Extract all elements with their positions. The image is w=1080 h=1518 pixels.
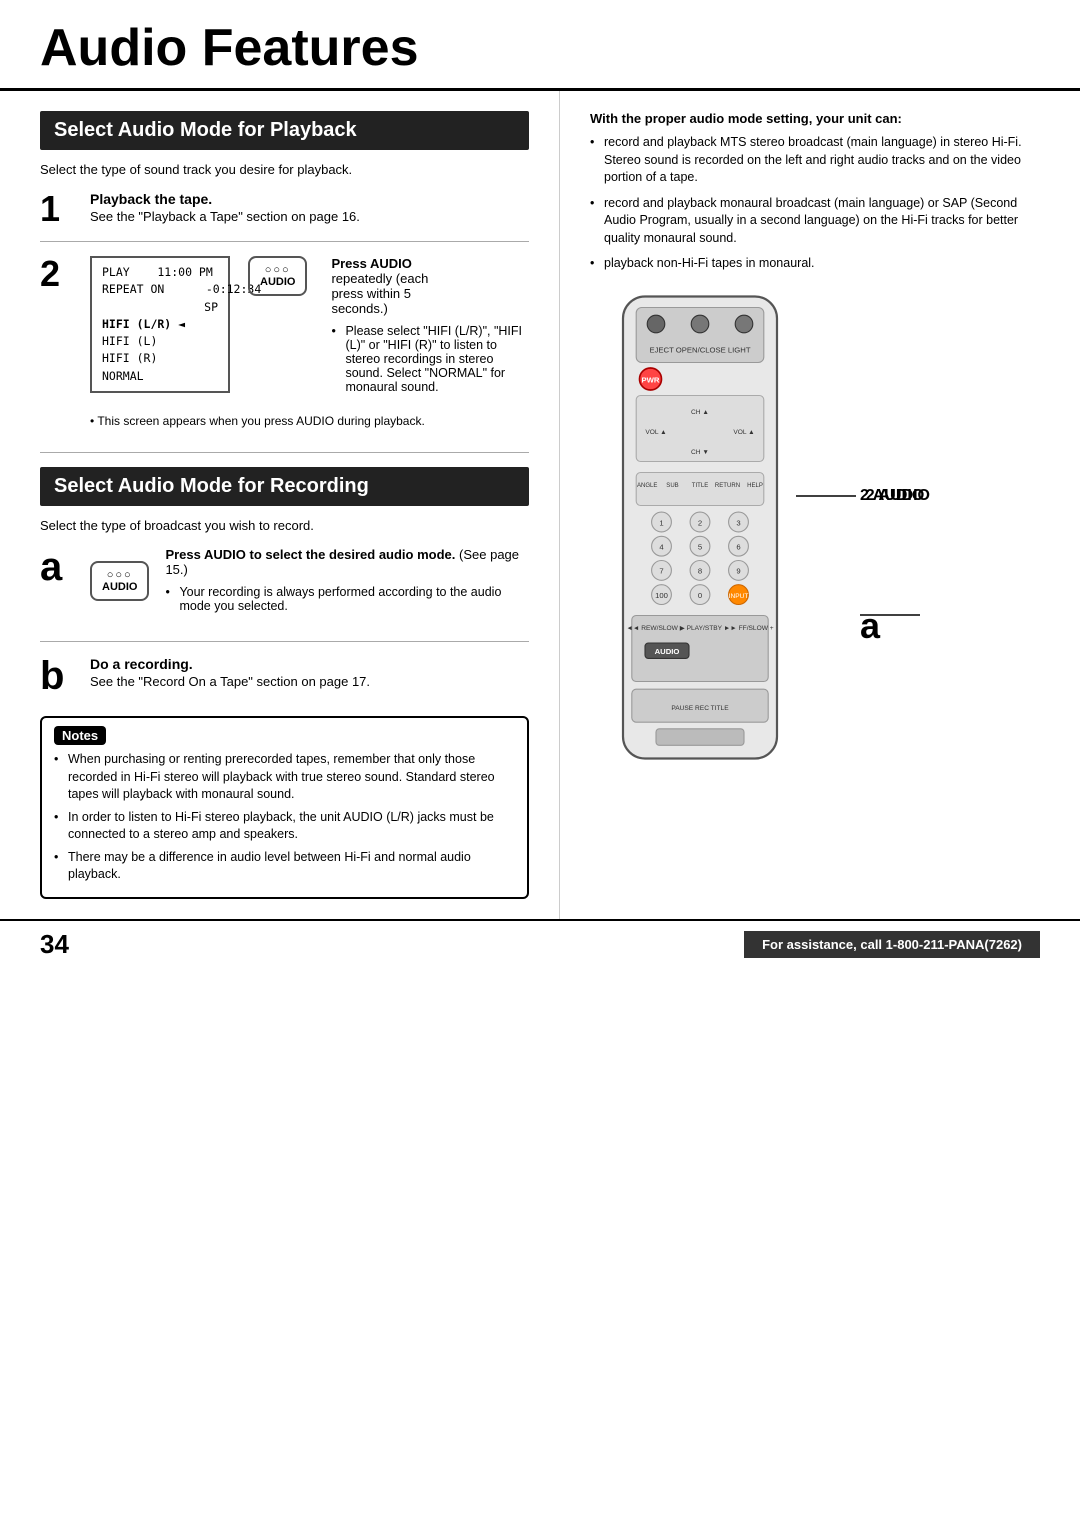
svg-text:4: 4: [659, 542, 664, 551]
svg-text:RETURN: RETURN: [715, 482, 740, 488]
audio-2-label: 2 AUDIO: [860, 487, 924, 505]
step-2-bullet-1: Please select "HIFI (L/R)", "HIFI (L)" o…: [331, 324, 529, 394]
step-a-bullets: Your recording is always performed accor…: [165, 585, 529, 613]
footer-assistance: For assistance, call 1-800-211-PANA(7262…: [744, 931, 1040, 958]
notes-item-1: When purchasing or renting prerecorded t…: [54, 751, 515, 804]
notes-box: Notes When purchasing or renting prereco…: [40, 716, 529, 899]
audio-button-playback[interactable]: ○○○ AUDIO: [248, 256, 307, 298]
svg-text:0: 0: [698, 590, 702, 599]
right-column-title: With the proper audio mode setting, your…: [590, 111, 1050, 126]
svg-text:VOL ▲: VOL ▲: [733, 429, 754, 436]
remote-wrapper: EJECT OPEN/CLOSE LIGHT PWR CH ▲ VOL ▲ VO…: [590, 291, 850, 778]
svg-text:5: 5: [698, 542, 702, 551]
step-2-bullets: Please select "HIFI (L/R)", "HIFI (L)" o…: [331, 324, 529, 394]
svg-text:8: 8: [698, 566, 702, 575]
section-recording-header: Select Audio Mode for Recording: [40, 467, 529, 506]
audio-btn-label-recording: AUDIO: [102, 581, 137, 593]
svg-text:SUB: SUB: [666, 482, 678, 488]
audio-button-recording[interactable]: ○○○ AUDIO: [90, 561, 149, 603]
svg-text:VOL ▲: VOL ▲: [645, 429, 666, 436]
step-2-screen-note: • This screen appears when you press AUD…: [90, 414, 529, 428]
step-2-row: 2 PLAY 11:00 PM REPEAT ON -0:12:34 SP HI…: [40, 256, 529, 438]
step-b-row: b Do a recording. See the "Record On a T…: [40, 656, 529, 696]
right-bullet-1: record and playback MTS stereo broadcast…: [590, 134, 1050, 187]
audio-arrow-2: [796, 488, 866, 504]
audio-btn-dots-recording: ○○○: [102, 569, 137, 581]
notes-title: Notes: [54, 726, 106, 745]
step-a-audio-row: ○○○ AUDIO Press AUDIO to select the desi…: [90, 547, 529, 617]
footer: 34 For assistance, call 1-800-211-PANA(7…: [0, 919, 1080, 968]
step-b-letter: b: [40, 656, 80, 696]
step-a-letter: a: [40, 547, 80, 587]
section-playback-intro: Select the type of sound track you desir…: [40, 162, 529, 177]
svg-text:AUDIO: AUDIO: [655, 647, 680, 656]
svg-text:INPUT: INPUT: [729, 592, 749, 599]
step-1-desc: See the "Playback a Tape" section on pag…: [90, 209, 529, 224]
audio-btn-label-playback: AUDIO: [260, 276, 295, 288]
svg-text:9: 9: [736, 566, 740, 575]
audio-btn-dots-playback: ○○○: [260, 264, 295, 276]
svg-text:EJECT OPEN/CLOSE LIGHT: EJECT OPEN/CLOSE LIGHT: [649, 345, 750, 354]
notes-item-2: In order to listen to Hi-Fi stereo playb…: [54, 809, 515, 844]
section-playback-header: Select Audio Mode for Playback: [40, 111, 529, 150]
step-a-bullet-1: Your recording is always performed accor…: [165, 585, 529, 613]
svg-text:3: 3: [736, 518, 740, 527]
svg-text:CH ▼: CH ▼: [691, 448, 709, 455]
svg-text:7: 7: [659, 566, 663, 575]
notes-list: When purchasing or renting prerecorded t…: [54, 751, 515, 884]
svg-text:◄◄ REW/SLOW ▶ PLAY/STBY ►► FF/: ◄◄ REW/SLOW ▶ PLAY/STBY ►► FF/SLOW +: [626, 624, 773, 631]
svg-text:ANGLE: ANGLE: [637, 482, 658, 488]
svg-text:PAUSE REC TITLE: PAUSE REC TITLE: [671, 705, 729, 712]
step-1-title: Playback the tape.: [90, 191, 529, 207]
section-recording-intro: Select the type of broadcast you wish to…: [40, 518, 529, 533]
audio-a-label: a: [860, 605, 924, 647]
svg-text:100: 100: [655, 590, 668, 599]
remote-container: EJECT OPEN/CLOSE LIGHT PWR CH ▲ VOL ▲ VO…: [590, 291, 1050, 778]
step-a-row: a ○○○ AUDIO Press AUDIO to select the de…: [40, 547, 529, 627]
svg-text:6: 6: [736, 542, 740, 551]
step-1-number: 1: [40, 191, 80, 227]
svg-text:TITLE: TITLE: [692, 482, 708, 488]
step-1-row: 1 Playback the tape. See the "Playback a…: [40, 191, 529, 227]
svg-text:PWR: PWR: [642, 375, 660, 384]
notes-item-3: There may be a difference in audio level…: [54, 849, 515, 884]
step-2-display-row: PLAY 11:00 PM REPEAT ON -0:12:34 SP HIFI…: [90, 256, 529, 398]
svg-text:1: 1: [659, 518, 663, 527]
remote-svg: EJECT OPEN/CLOSE LIGHT PWR CH ▲ VOL ▲ VO…: [590, 291, 810, 775]
svg-text:CH ▲: CH ▲: [691, 409, 709, 416]
svg-text:HELP: HELP: [747, 482, 763, 488]
svg-text:2: 2: [698, 518, 702, 527]
page-title: Audio Features: [0, 0, 1080, 91]
step-2-number: 2: [40, 256, 80, 292]
step-b-title: Do a recording.: [90, 656, 529, 672]
right-bullet-2: record and playback monaural broadcast (…: [590, 195, 1050, 248]
right-bullet-3: playback non-Hi-Fi tapes in monaural.: [590, 255, 1050, 273]
playback-screen: PLAY 11:00 PM REPEAT ON -0:12:34 SP HIFI…: [90, 256, 230, 393]
right-column-bullets: record and playback MTS stereo broadcast…: [590, 134, 1050, 273]
step-b-desc: See the "Record On a Tape" section on pa…: [90, 674, 529, 689]
footer-page-number: 34: [40, 929, 69, 960]
